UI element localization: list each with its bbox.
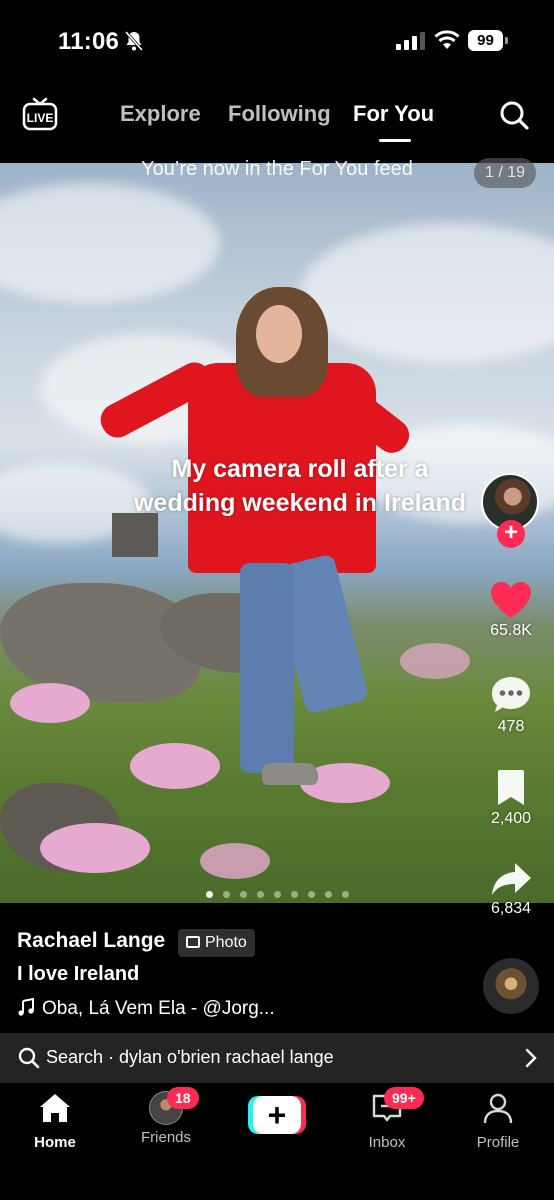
search-suggestion-text: Search · dylan o'brien rachael lange xyxy=(46,1047,334,1067)
inbox-badge: 99+ xyxy=(384,1087,424,1109)
top-nav: LIVE Explore Following For You xyxy=(0,85,554,160)
search-icon xyxy=(18,1047,40,1069)
photo-badge: Photo xyxy=(178,929,255,957)
tab-profile-label: Profile xyxy=(476,1134,520,1151)
tab-friends[interactable]: 18 Friends xyxy=(121,1087,211,1146)
home-icon xyxy=(40,1094,70,1122)
create-button[interactable]: + xyxy=(248,1096,306,1134)
music-note-icon xyxy=(18,998,34,1016)
status-time: 11:06 xyxy=(58,28,120,55)
tab-friends-label: Friends xyxy=(140,1129,192,1146)
bell-slash-icon xyxy=(124,31,144,51)
music-info[interactable]: Oba, Lá Vem Ela - @Jorg... xyxy=(17,998,275,1020)
slide-dot xyxy=(307,891,315,898)
creator-name[interactable]: Rachael Lange xyxy=(17,929,165,953)
music-title: Oba, Lá Vem Ela - @Jorg... xyxy=(42,998,275,1019)
slide-dot xyxy=(205,891,213,898)
tab-explore[interactable]: Explore xyxy=(120,101,201,127)
battery-level: 99 xyxy=(468,30,503,51)
tab-home[interactable]: Home xyxy=(10,1091,100,1151)
chevron-right-icon xyxy=(525,1048,537,1068)
tab-inbox[interactable]: 99+ Inbox xyxy=(342,1087,432,1151)
slide-dot xyxy=(273,891,281,898)
tab-following[interactable]: Following xyxy=(228,101,331,127)
music-disc[interactable] xyxy=(483,958,539,1014)
slide-dot xyxy=(324,891,332,898)
search-icon[interactable] xyxy=(498,99,530,131)
photo-badge-label: Photo xyxy=(205,934,247,951)
active-tab-indicator xyxy=(379,139,411,142)
slide-dot xyxy=(341,891,349,898)
overlay-caption: My camera roll after a wedding weekend i… xyxy=(133,455,466,517)
slide-dot xyxy=(222,891,230,898)
slide-dot xyxy=(239,891,247,898)
photo-slide[interactable] xyxy=(0,163,554,903)
bookmark-icon xyxy=(498,770,524,805)
wifi-icon xyxy=(434,30,460,49)
profile-icon xyxy=(483,1093,513,1124)
page-counter: 1 / 19 xyxy=(474,158,536,188)
save-count: 2,400 xyxy=(490,810,532,827)
status-bar: 11:06 99 xyxy=(0,0,554,80)
heart-icon xyxy=(491,582,531,618)
battery-icon: 99 xyxy=(468,30,508,52)
comment-icon xyxy=(492,677,530,712)
live-tv-icon[interactable]: LIVE xyxy=(22,97,58,131)
like-count: 65.8K xyxy=(490,622,532,639)
bottom-tab-bar: Home 18 Friends + 99+ Inbox Profile xyxy=(0,1083,554,1200)
feed-notice: You’re now in the For You feed xyxy=(141,158,413,180)
save-button[interactable]: 2,400 xyxy=(475,768,547,828)
slide-dot xyxy=(256,891,264,898)
post-caption: I love Ireland xyxy=(17,963,140,985)
follow-button[interactable]: + xyxy=(497,520,525,548)
friends-badge: 18 xyxy=(167,1087,199,1109)
tab-inbox-label: Inbox xyxy=(368,1134,406,1151)
plus-icon: + xyxy=(253,1096,301,1134)
like-button[interactable]: 65.8K xyxy=(475,580,547,640)
comment-button[interactable]: 478 xyxy=(475,674,547,736)
comment-count: 478 xyxy=(497,718,525,735)
slide-indicator xyxy=(0,885,554,903)
tab-for-you[interactable]: For You xyxy=(353,101,434,127)
tab-home-label: Home xyxy=(34,1134,76,1151)
photo-icon xyxy=(186,936,200,948)
signal-icon xyxy=(396,32,425,50)
slide-dot xyxy=(290,891,298,898)
search-suggestion-bar[interactable]: Search · dylan o'brien rachael lange xyxy=(0,1033,554,1083)
tab-profile[interactable]: Profile xyxy=(453,1091,543,1151)
svg-text:LIVE: LIVE xyxy=(27,111,54,125)
